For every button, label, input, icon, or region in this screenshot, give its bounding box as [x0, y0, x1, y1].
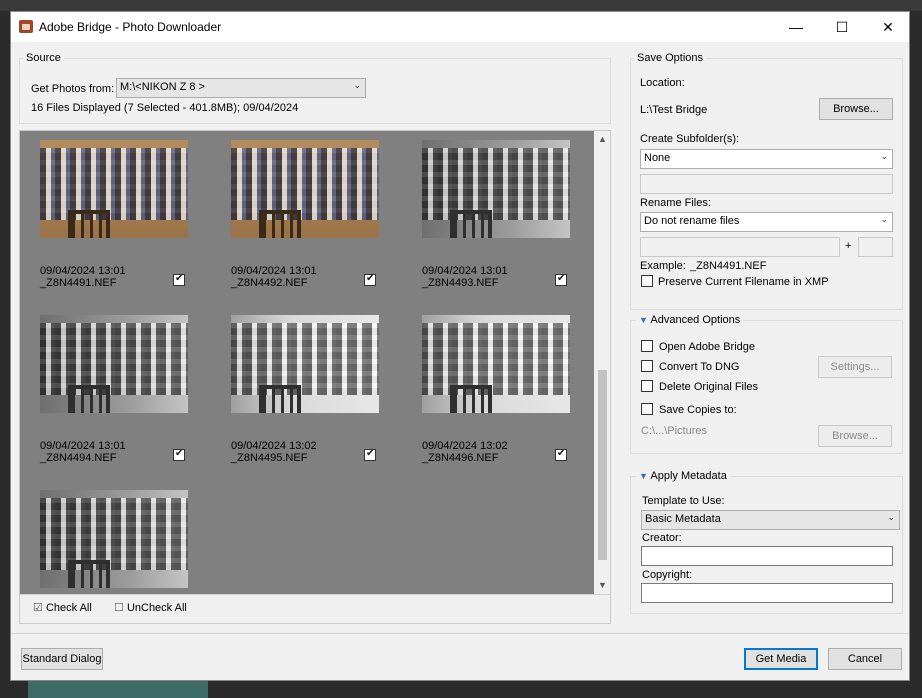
save-copies-path: C:\...\Pictures — [641, 425, 708, 437]
dng-settings-button[interactable]: Settings... — [818, 356, 892, 378]
rename-number-field[interactable] — [858, 237, 893, 257]
chevron-down-icon: ⌄ — [880, 151, 888, 161]
preserve-filename-label: Preserve Current Filename in XMP — [658, 276, 829, 288]
chevron-down-icon: ⌄ — [880, 214, 888, 224]
cancel-button[interactable]: Cancel — [828, 648, 902, 670]
photo-downloader-window: Adobe Bridge - Photo Downloader — ☐ ✕ So… — [10, 11, 910, 681]
collapse-triangle-icon: ▼ — [639, 471, 648, 481]
template-value: Basic Metadata — [645, 513, 721, 525]
chevron-down-icon: ⌄ — [353, 80, 361, 90]
open-bridge-checkbox[interactable] — [641, 340, 653, 352]
advanced-options-title: Advanced Options — [650, 314, 741, 326]
delete-originals-checkbox[interactable] — [641, 380, 653, 392]
subfolder-name-field[interactable] — [640, 174, 893, 194]
gallery-frame — [19, 130, 611, 624]
apply-metadata-title: Apply Metadata — [650, 470, 727, 482]
bridge-app-icon — [19, 20, 33, 33]
advanced-options-header[interactable]: ▼ Advanced Options — [636, 314, 744, 326]
copyright-label: Copyright: — [642, 569, 693, 581]
subfolder-select[interactable]: None ⌄ — [640, 149, 893, 169]
convert-dng-checkbox[interactable] — [641, 360, 653, 372]
preserve-filename-checkbox[interactable] — [641, 275, 653, 287]
standard-dialog-button[interactable]: Standard Dialog — [21, 648, 103, 670]
template-label: Template to Use: — [642, 495, 725, 507]
copyright-field[interactable] — [641, 583, 893, 603]
rename-value: Do not rename files — [644, 215, 740, 227]
save-copies-browse-button[interactable]: Browse... — [818, 425, 892, 447]
background-app-strip — [0, 0, 922, 11]
location-label: Location: — [640, 77, 685, 89]
maximize-button[interactable]: ☐ — [819, 12, 865, 42]
apply-metadata-header[interactable]: ▼ Apply Metadata — [636, 470, 730, 482]
save-copies-checkbox[interactable] — [641, 403, 653, 415]
rename-plus: + — [845, 240, 852, 252]
template-select[interactable]: Basic Metadata ⌄ — [641, 510, 900, 530]
subfolder-value: None — [644, 152, 671, 164]
source-device-select[interactable]: M:\<NIKON Z 8 > ⌄ — [116, 78, 366, 98]
minimize-button[interactable]: — — [773, 12, 819, 42]
delete-originals-label: Delete Original Files — [659, 381, 759, 393]
title-bar: Adobe Bridge - Photo Downloader — ☐ ✕ — [11, 12, 909, 42]
location-browse-button[interactable]: Browse... — [819, 98, 893, 120]
files-summary: 16 Files Displayed (7 Selected - 401.8MB… — [31, 102, 299, 114]
get-photos-label: Get Photos from: — [31, 83, 115, 95]
example-value: _Z8N4491.NEF — [690, 260, 767, 272]
background-app-strip-bottom — [28, 681, 208, 698]
source-group-title: Source — [23, 52, 64, 64]
get-media-button[interactable]: Get Media — [744, 648, 818, 670]
creator-field[interactable] — [641, 546, 893, 566]
source-device-value: M:\<NIKON Z 8 > — [120, 81, 205, 93]
rename-text-field[interactable] — [640, 237, 840, 257]
open-bridge-label: Open Adobe Bridge — [659, 341, 756, 353]
dialog-divider — [11, 633, 909, 634]
convert-dng-label: Convert To DNG — [659, 361, 740, 373]
close-button[interactable]: ✕ — [865, 12, 911, 42]
save-options-title: Save Options — [634, 52, 707, 64]
window-title: Adobe Bridge - Photo Downloader — [39, 20, 222, 34]
location-value: L:\Test Bridge — [640, 104, 708, 116]
save-copies-label: Save Copies to: — [659, 404, 737, 416]
rename-label: Rename Files: — [640, 197, 711, 209]
creator-label: Creator: — [642, 532, 682, 544]
rename-select[interactable]: Do not rename files ⌄ — [640, 212, 893, 232]
subfolder-label: Create Subfolder(s): — [640, 133, 740, 145]
example-label: Example: — [640, 260, 686, 272]
collapse-triangle-icon: ▼ — [639, 315, 648, 325]
chevron-down-icon: ⌄ — [887, 512, 895, 522]
